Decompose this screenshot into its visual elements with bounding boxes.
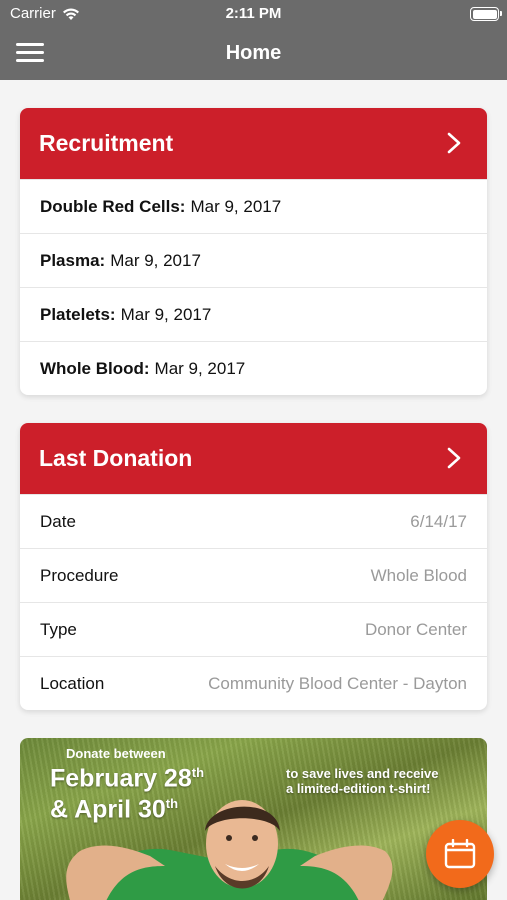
recruitment-card: Recruitment Double Red Cells: Mar 9, 201… [20,108,487,395]
recruitment-row: Platelets: Mar 9, 2017 [20,287,487,341]
promo-tagline-line1: to save lives and receive [286,766,439,781]
donation-row-type: Type Donor Center [20,602,487,656]
nav-bar: Home [0,28,507,80]
row-value: Mar 9, 2017 [120,304,212,324]
row-value: Mar 9, 2017 [190,196,282,216]
last-donation-card: Last Donation Date 6/14/17 Procedure Who… [20,423,487,710]
chevron-right-icon [447,132,461,154]
row-label: Platelets: [40,304,116,324]
row-label: Procedure [40,565,119,585]
battery-icon [470,7,502,21]
row-label: Date [40,511,76,531]
row-label: Plasma: [40,250,106,270]
calendar-icon [444,839,476,869]
row-label: Type [40,619,77,639]
promo-banner[interactable]: Donate between February 28th & April 30t… [20,738,487,900]
promo-tagline: to save lives and receive a limited-edit… [286,766,438,796]
row-value: Community Blood Center - Dayton [208,673,467,693]
status-bar: Carrier 2:11 PM [0,0,507,28]
status-time: 2:11 PM [225,5,282,22]
calendar-fab-button[interactable] [426,820,494,888]
recruitment-row: Double Red Cells: Mar 9, 2017 [20,179,487,233]
page-title: Home [225,42,282,64]
donation-row-location: Location Community Blood Center - Dayton [20,656,487,710]
row-value: Mar 9, 2017 [154,358,246,378]
row-value: Whole Blood [370,565,467,585]
donation-row-procedure: Procedure Whole Blood [20,548,487,602]
recruitment-title: Recruitment [39,130,174,156]
row-label: Double Red Cells: [40,196,186,216]
recruitment-header[interactable]: Recruitment [20,108,487,179]
promo-intro: Donate between [66,746,166,761]
row-value: 6/14/17 [410,511,467,531]
donation-row-date: Date 6/14/17 [20,494,487,548]
last-donation-header[interactable]: Last Donation [20,423,487,494]
promo-tagline-line2: a limited-edition t-shirt! [286,781,431,796]
recruitment-row: Plasma: Mar 9, 2017 [20,233,487,287]
row-label: Location [40,673,105,693]
promo-date-start: February 28 [50,764,192,793]
last-donation-title: Last Donation [39,445,193,471]
recruitment-row: Whole Blood: Mar 9, 2017 [20,341,487,395]
smiling-man-image [66,800,393,900]
row-value: Mar 9, 2017 [110,250,201,270]
row-label: Whole Blood: [40,358,150,378]
chevron-right-icon [447,447,461,469]
promo-date-start-suffix: th [191,765,205,780]
row-value: Donor Center [364,619,467,639]
